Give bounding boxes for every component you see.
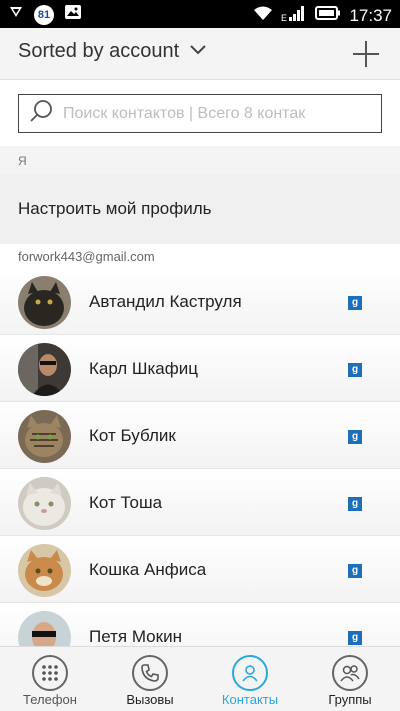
google-account-icon: g xyxy=(348,564,362,578)
google-account-icon: g xyxy=(348,363,362,377)
add-contact-button[interactable] xyxy=(352,40,380,68)
phone-icon xyxy=(132,655,168,691)
notification-count-badge: 81 xyxy=(34,4,54,25)
nav-tab-calls[interactable]: Вызовы xyxy=(100,647,200,711)
account-header: forwork443@gmail.com xyxy=(0,244,400,268)
nav-tab-contacts[interactable]: Контакты xyxy=(200,647,300,711)
contact-name: Кот Бублик xyxy=(89,426,176,445)
vpn-shield-icon xyxy=(8,5,24,24)
contact-row[interactable]: Кот Тоша g xyxy=(0,469,400,536)
nav-label: Контакты xyxy=(221,692,279,707)
avatar xyxy=(18,544,71,597)
contact-name: Кот Тоша xyxy=(89,493,163,512)
section-header-label: Я xyxy=(18,154,27,168)
contact-row[interactable]: Карл Шкафиц g xyxy=(0,335,400,402)
google-account-icon: g xyxy=(348,497,362,511)
search-area xyxy=(0,80,400,146)
sort-label: Sorted by account xyxy=(18,40,180,62)
section-header-me: Я xyxy=(0,146,400,174)
battery-icon xyxy=(315,6,341,25)
gallery-icon xyxy=(64,4,82,25)
nav-tab-phone[interactable]: Телефон xyxy=(0,647,100,711)
contact-name: Автандил Каструля xyxy=(89,292,242,311)
app-bar: Sorted by account xyxy=(0,28,400,80)
sort-selector[interactable]: Sorted by account xyxy=(18,40,207,63)
search-input[interactable] xyxy=(63,104,373,123)
contact-row[interactable]: Петя Мокин g xyxy=(0,603,400,646)
chevron-down-icon xyxy=(189,43,207,61)
group-icon xyxy=(332,655,368,691)
contact-row[interactable]: Автандил Каструля g xyxy=(0,268,400,335)
status-bar-right: E 17:37 xyxy=(253,4,392,27)
google-account-icon: g xyxy=(348,430,362,444)
setup-profile-item[interactable]: Настроить мой профиль xyxy=(0,174,400,244)
avatar xyxy=(18,410,71,463)
contact-name: Карл Шкафиц xyxy=(89,359,198,378)
wifi-icon xyxy=(253,5,273,26)
contact-row[interactable]: Кошка Анфиса g xyxy=(0,536,400,603)
search-icon xyxy=(29,99,53,128)
nav-label: Телефон xyxy=(23,692,77,707)
google-account-icon: g xyxy=(348,296,362,310)
search-box[interactable] xyxy=(18,94,382,133)
setup-profile-label: Настроить мой профиль xyxy=(18,199,212,218)
signal-icon: E xyxy=(281,4,307,27)
network-type-label: E xyxy=(281,13,287,22)
clock: 17:37 xyxy=(349,5,392,25)
contact-row[interactable]: Кот Бублик g xyxy=(0,402,400,469)
person-icon xyxy=(232,655,268,691)
status-bar: 81 E 17:37 xyxy=(0,0,400,28)
avatar xyxy=(18,276,71,329)
account-email: forwork443@gmail.com xyxy=(18,249,155,264)
dialpad-icon xyxy=(32,655,68,691)
nav-tab-groups[interactable]: Группы xyxy=(300,647,400,711)
bottom-navigation: Телефон Вызовы Контакты Группы xyxy=(0,646,400,711)
contact-name: Петя Мокин xyxy=(89,627,182,646)
nav-label: Вызовы xyxy=(126,692,174,707)
avatar xyxy=(18,611,71,646)
contact-list[interactable]: Автандил Каструля g Карл Шкафиц g Кот Бу… xyxy=(0,268,400,646)
avatar xyxy=(18,343,71,396)
contact-name: Кошка Анфиса xyxy=(89,560,207,579)
avatar xyxy=(18,477,71,530)
status-bar-left: 81 xyxy=(8,4,82,25)
google-account-icon: g xyxy=(348,631,362,645)
nav-label: Группы xyxy=(328,692,372,707)
plus-icon xyxy=(353,41,379,67)
